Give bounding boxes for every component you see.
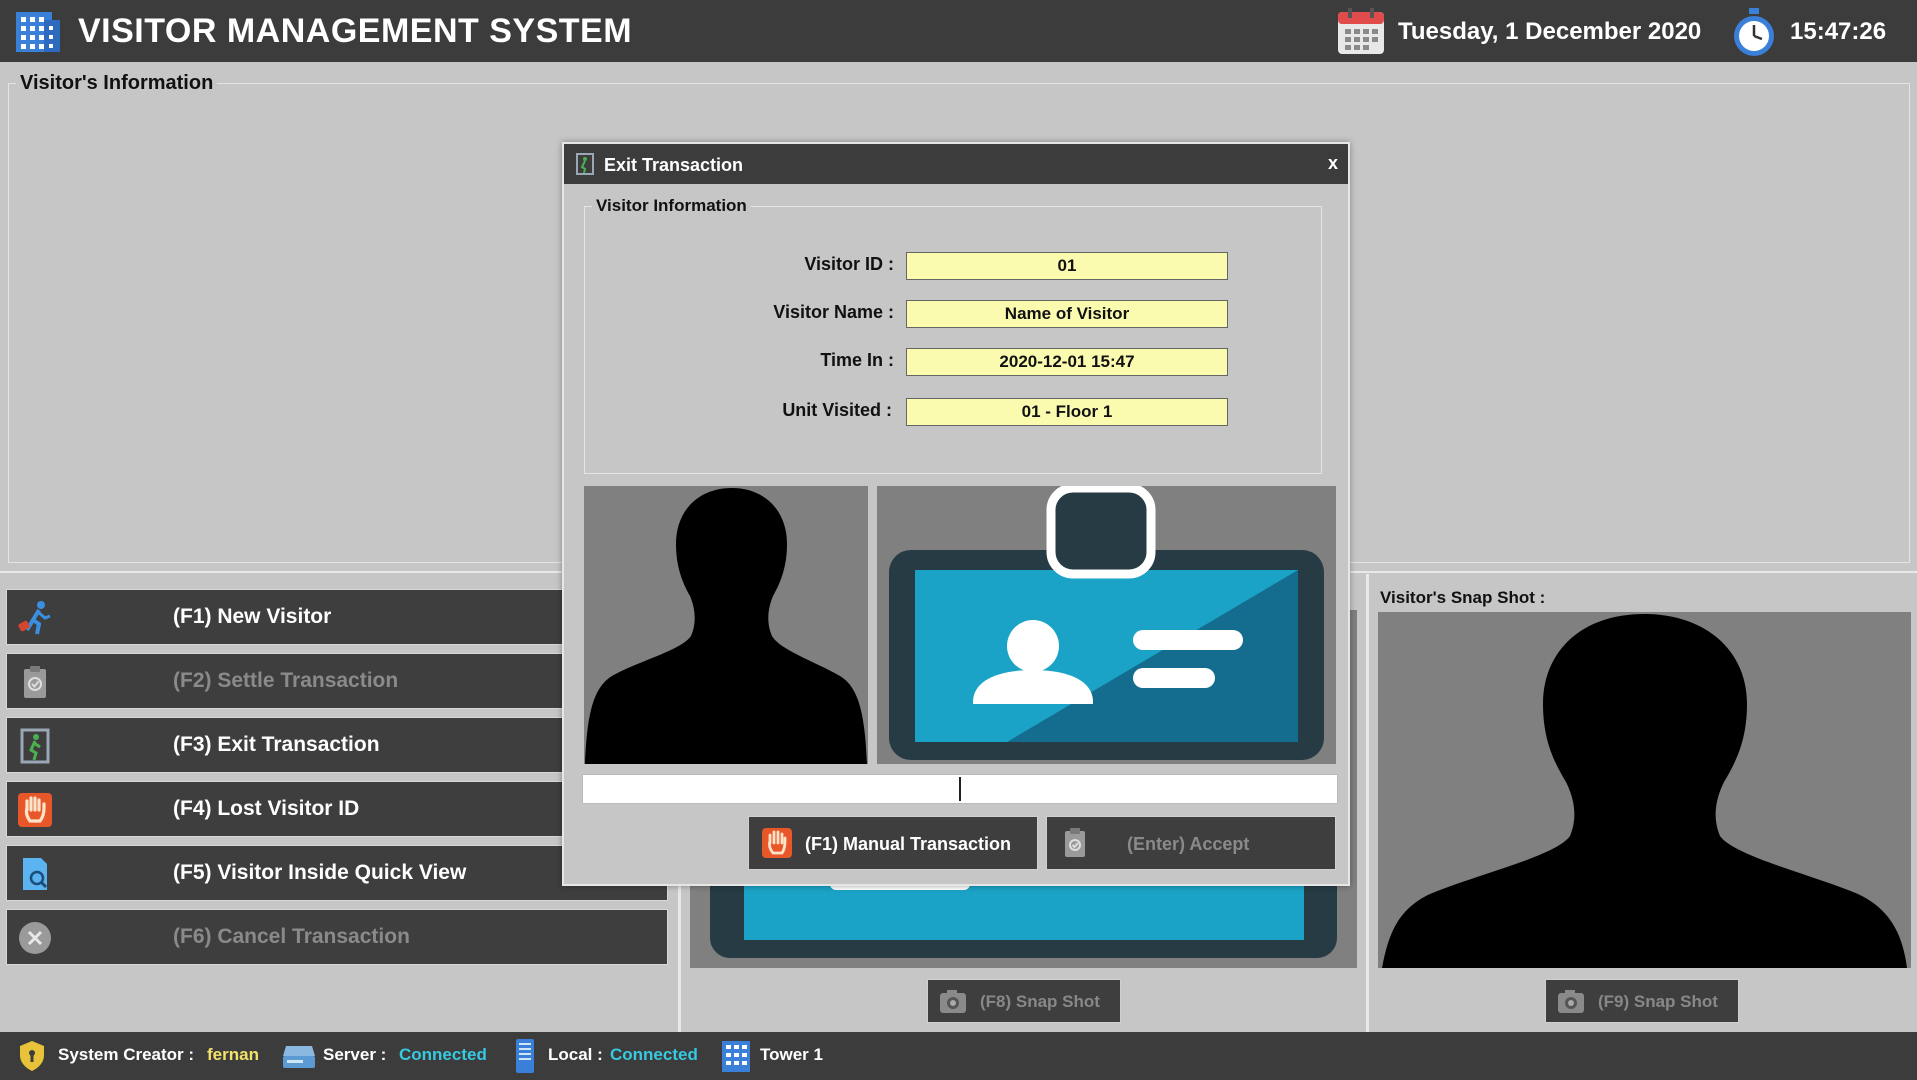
modal-visitor-info-group <box>584 206 1322 474</box>
clipboard-icon <box>1065 828 1085 857</box>
snapshot-panel-title: Visitor's Snap Shot : <box>1380 588 1546 607</box>
hand-stop-icon <box>18 793 52 827</box>
visitor-name-label: Visitor Name : <box>773 302 894 322</box>
server-label: Server : <box>323 1045 387 1064</box>
visitor-id-field[interactable]: 01 <box>906 252 1228 280</box>
id-card-icon <box>877 486 1336 764</box>
unit-visited-field[interactable]: 01 - Floor 1 <box>906 398 1228 426</box>
person-silhouette-icon <box>1378 612 1911 968</box>
camera-icon <box>940 990 966 1013</box>
local-status: Connected <box>610 1045 698 1064</box>
dialog-title-bar[interactable]: Exit Transaction x <box>564 144 1348 184</box>
shield-icon <box>20 1041 44 1071</box>
accept-button[interactable]: (Enter) Accept <box>1046 816 1336 870</box>
time-in-label: Time In : <box>820 350 894 370</box>
system-creator-value: fernan <box>207 1045 259 1064</box>
server-status: Connected <box>399 1045 487 1064</box>
manual-transaction-label: (F1) Manual Transaction <box>805 834 1012 854</box>
id-scan-input[interactable] <box>582 774 1338 804</box>
walking-visitor-icon <box>18 601 51 635</box>
manual-transaction-button[interactable]: (F1) Manual Transaction <box>748 816 1038 870</box>
exit-transaction-label: (F3) Exit Transaction <box>173 733 380 756</box>
app-title: VISITOR MANAGEMENT SYSTEM <box>78 12 633 50</box>
exit-door-icon <box>20 728 50 764</box>
system-creator-label: System Creator : <box>58 1045 195 1064</box>
dialog-title: Exit Transaction <box>604 155 744 175</box>
tower-name: Tower 1 <box>760 1045 823 1064</box>
f8-snapshot-label: (F8) Snap Shot <box>980 992 1100 1011</box>
building-icon <box>16 12 60 52</box>
document-search-icon <box>23 858 48 890</box>
hand-stop-icon <box>762 828 792 858</box>
current-date: Tuesday, 1 December 2020 <box>1398 18 1702 45</box>
f8-snapshot-button[interactable]: (F8) Snap Shot <box>927 979 1121 1023</box>
text-cursor <box>959 777 961 801</box>
time-in-field[interactable]: 2020-12-01 15:47 <box>906 348 1228 376</box>
status-bar: System Creator : fernan Server : Connect… <box>0 1032 1917 1080</box>
clipboard-icon <box>24 666 46 698</box>
cancel-icon <box>19 922 51 954</box>
server-drive-icon <box>283 1046 315 1068</box>
new-visitor-label: (F1) New Visitor <box>173 605 332 628</box>
exit-door-icon <box>576 153 594 175</box>
camera-icon <box>1558 990 1584 1013</box>
lost-visitor-id-label: (F4) Lost Visitor ID <box>173 797 360 820</box>
calendar-icon <box>1338 8 1384 54</box>
cancel-transaction-label: (F6) Cancel Transaction <box>173 925 410 948</box>
visitor-id-label: Visitor ID : <box>804 254 894 274</box>
panel-divider-right <box>1366 574 1369 1032</box>
exit-transaction-dialog: Exit Transaction x Visitor Information V… <box>562 142 1350 886</box>
visitor-id-card-photo <box>877 486 1336 764</box>
visitor-information-title: Visitor's Information <box>16 72 218 95</box>
visitor-inside-quick-view-label: (F5) Visitor Inside Quick View <box>173 861 467 884</box>
visitor-name-field[interactable]: Name of Visitor <box>906 300 1228 328</box>
unit-visited-label: Unit Visited : <box>782 400 892 420</box>
accept-label: (Enter) Accept <box>1127 834 1250 854</box>
visitor-photo <box>584 486 868 764</box>
local-label: Local : <box>548 1045 603 1064</box>
settle-transaction-label: (F2) Settle Transaction <box>173 669 399 692</box>
visitor-snapshot-photo <box>1378 612 1911 968</box>
modal-visitor-info-title: Visitor Information <box>592 196 751 216</box>
tower-building-icon <box>722 1041 750 1072</box>
close-button[interactable]: x <box>1328 153 1338 174</box>
stopwatch-icon <box>1734 8 1774 56</box>
f9-snapshot-button[interactable]: (F9) Snap Shot <box>1545 979 1739 1023</box>
f9-snapshot-label: (F9) Snap Shot <box>1598 992 1718 1011</box>
person-silhouette-icon <box>584 486 868 764</box>
current-time: 15:47:26 <box>1790 18 1887 45</box>
app-header: VISITOR MANAGEMENT SYSTEM Tuesday, 1 Dec… <box>0 0 1917 62</box>
cancel-transaction-button[interactable]: (F6) Cancel Transaction <box>6 909 668 965</box>
local-server-icon <box>516 1039 534 1073</box>
snapshot-panel: Visitor's Snap Shot : (F9) Snap Shot <box>1372 576 1917 1032</box>
